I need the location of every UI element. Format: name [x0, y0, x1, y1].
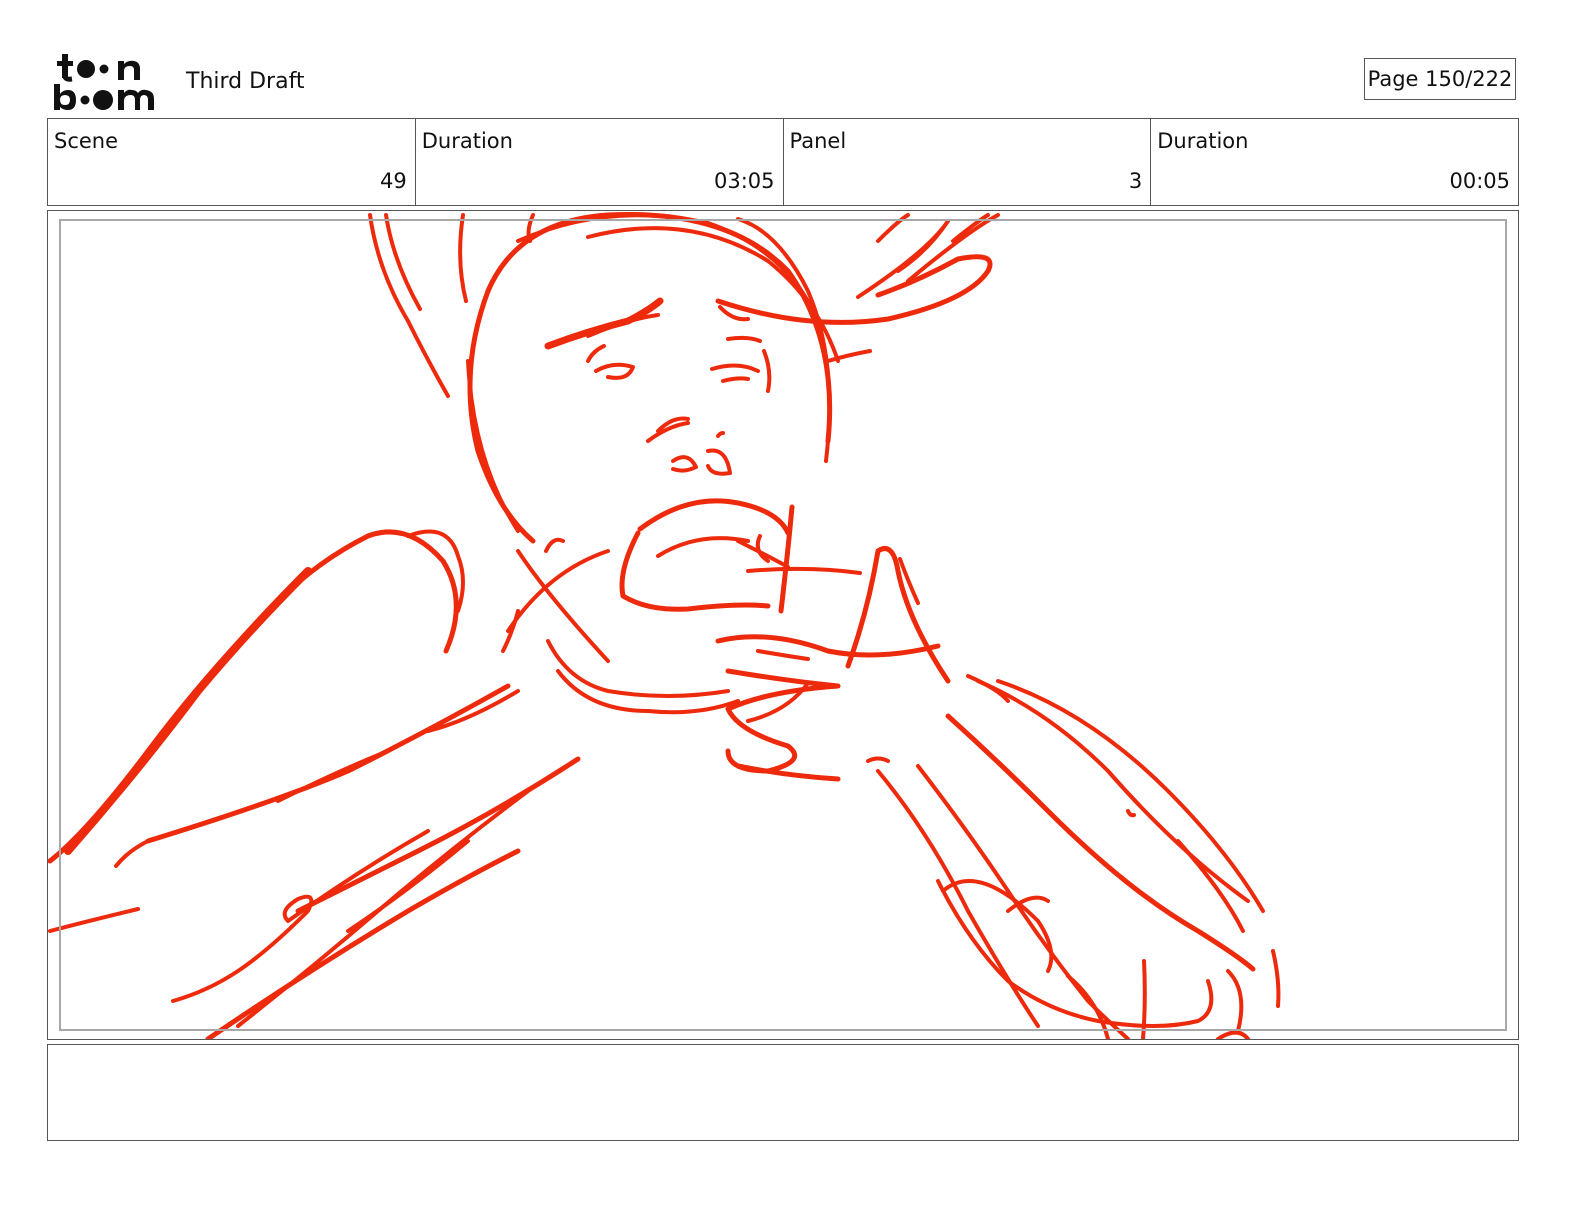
- scene-cell: Scene 49: [48, 119, 416, 205]
- scene-duration-value: 03:05: [713, 169, 775, 193]
- logo-dot-1: [77, 60, 95, 78]
- panel-label: Panel: [789, 129, 847, 153]
- logo-dot-3: [80, 95, 90, 105]
- panel-duration-cell: Duration 00:05: [1151, 119, 1518, 205]
- panel-duration-value: 00:05: [1449, 169, 1510, 193]
- document-title: Third Draft: [186, 69, 305, 94]
- toon-boom-logo: [54, 54, 154, 110]
- logo-letter-n: [118, 60, 140, 80]
- scene-duration-cell: Duration 03:05: [416, 119, 784, 205]
- logo-letter-m: [118, 89, 154, 110]
- logo-letter-b: [54, 84, 76, 110]
- panel-info-row: Scene 49 Duration 03:05 Panel 3 Duration…: [47, 118, 1519, 206]
- panel-duration-label: Duration: [1157, 129, 1249, 153]
- scene-duration-label: Duration: [421, 129, 513, 153]
- panel-value: 3: [1128, 169, 1143, 193]
- logo-dot-2: [99, 64, 109, 74]
- panel-notes-box: [47, 1044, 1519, 1141]
- logo-dot-4: [93, 90, 113, 110]
- scene-label: Scene: [54, 129, 119, 153]
- safe-area-guide: [59, 219, 1507, 1031]
- scene-value: 49: [380, 169, 407, 193]
- page-number: Page 150/222: [1364, 58, 1516, 100]
- logo-letter-t: [57, 54, 73, 82]
- storyboard-panel: [47, 210, 1519, 1040]
- panel-cell: Panel 3: [784, 119, 1152, 205]
